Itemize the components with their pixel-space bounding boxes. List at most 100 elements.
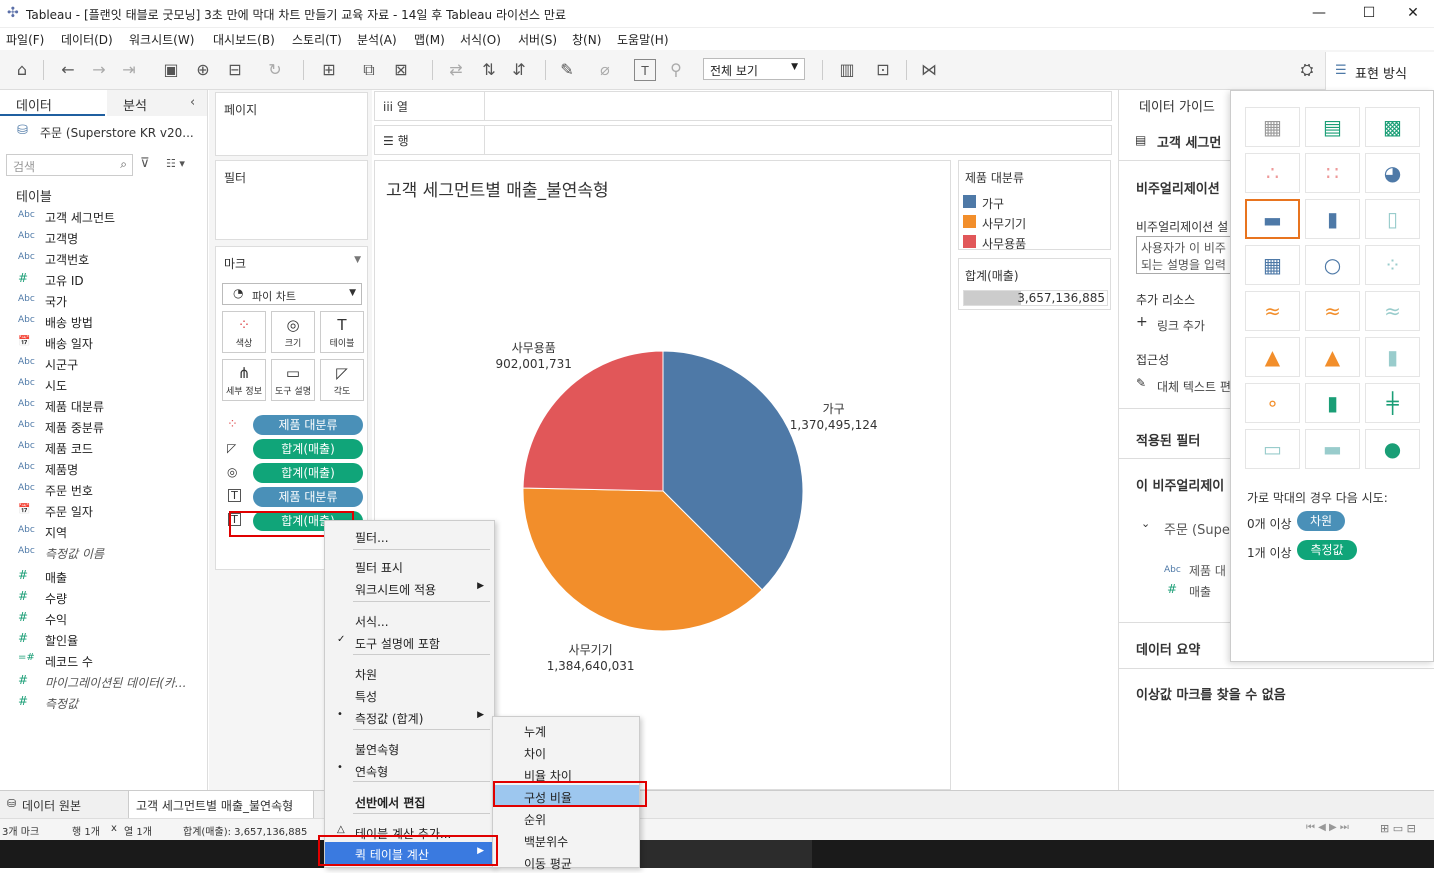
- measure-item[interactable]: # 마이그레이션된 데이터(카...: [0, 672, 205, 692]
- chart-type-thumb[interactable]: ▤: [1305, 107, 1360, 147]
- measure-item[interactable]: # 할인율: [0, 630, 205, 650]
- field-item[interactable]: 📅 주문 일자: [0, 501, 205, 521]
- chart-type-thumb[interactable]: ▬: [1305, 429, 1360, 469]
- chart-type-thumb[interactable]: ≈: [1245, 291, 1300, 331]
- submenu-item[interactable]: 누계: [493, 719, 639, 741]
- tab-data[interactable]: 데이터: [0, 90, 105, 116]
- menu-story[interactable]: 스토리(T): [292, 31, 342, 48]
- sheet-tab[interactable]: 고객 세그먼트별 매출_불연속형: [128, 791, 314, 819]
- menu-window[interactable]: 창(N): [572, 31, 601, 48]
- field-item[interactable]: Abc 제품 중분류: [0, 417, 205, 437]
- context-menu-item[interactable]: 선반에서 편집: [325, 790, 494, 812]
- submenu-item[interactable]: 구성 비율: [493, 785, 639, 807]
- color-legend[interactable]: 제품 대분류 가구 사무기기 사무용품: [958, 160, 1111, 251]
- sort-asc-icon[interactable]: ⇅: [478, 59, 500, 81]
- fix-axes-icon[interactable]: ⚲: [665, 59, 687, 81]
- field-item[interactable]: Abc 고객 세그먼트: [0, 207, 205, 227]
- label-button[interactable]: T 테이블: [320, 311, 364, 353]
- columns-shelf[interactable]: iii 열: [374, 91, 1112, 121]
- pill-color-category[interactable]: 제품 대분류: [253, 415, 363, 435]
- chart-type-thumb[interactable]: ∴: [1245, 153, 1300, 193]
- redo-icon[interactable]: →: [88, 59, 110, 81]
- close-button[interactable]: ✕: [1390, 2, 1434, 24]
- chart-type-thumb[interactable]: ▦: [1245, 245, 1300, 285]
- refresh-icon[interactable]: ↻: [264, 59, 286, 81]
- grid-view-icon[interactable]: ⊞ ▭ ⊟: [1380, 822, 1416, 835]
- context-menu-item[interactable]: • 측정값 (합계) ▶: [325, 706, 494, 728]
- context-menu-item[interactable]: ✓ 도구 설명에 포함: [325, 631, 494, 653]
- home-icon[interactable]: ⌂: [11, 59, 33, 81]
- presentation-icon[interactable]: ⊡: [872, 59, 894, 81]
- context-menu-item[interactable]: 서식...: [325, 609, 494, 631]
- collapse-icon[interactable]: ‹: [190, 95, 195, 110]
- nav-arrows-icon[interactable]: ⏮ ◀ ▶ ⏭: [1306, 822, 1349, 833]
- add-link[interactable]: 링크 추가: [1157, 317, 1205, 334]
- menu-dashboard[interactable]: 대시보드(B): [213, 31, 275, 48]
- detail-button[interactable]: ⋔ 세부 정보: [222, 359, 266, 401]
- measure-item[interactable]: # 측정값: [0, 693, 205, 713]
- chevron-down-icon[interactable]: ▼: [354, 255, 361, 265]
- measure-item[interactable]: # 수량: [0, 588, 205, 608]
- field-item[interactable]: # 고유 ID: [0, 270, 205, 290]
- chart-type-thumb[interactable]: ▲: [1305, 337, 1360, 377]
- field-item[interactable]: Abc 고객번호: [0, 249, 205, 269]
- menu-help[interactable]: 도움말(H): [617, 31, 669, 48]
- maximize-button[interactable]: ☐: [1346, 2, 1392, 24]
- new-datasource-icon[interactable]: ⊕: [192, 59, 214, 81]
- tooltip-button[interactable]: ▭ 도구 설명: [271, 359, 315, 401]
- search-field[interactable]: 검색 ⌕: [6, 154, 133, 176]
- view-select[interactable]: 전체 보기 ▼: [703, 58, 805, 80]
- context-menu-item[interactable]: • 연속형: [325, 759, 494, 781]
- submenu-item[interactable]: 차이: [493, 741, 639, 763]
- measure-item[interactable]: =# 레코드 수: [0, 651, 205, 671]
- menu-server[interactable]: 서버(S): [518, 31, 557, 48]
- submenu-item[interactable]: 이동 평균: [493, 851, 639, 873]
- pie-slice[interactable]: [522, 350, 664, 492]
- field-item[interactable]: Abc 시군구: [0, 354, 205, 374]
- chart-type-thumb[interactable]: ╪: [1365, 383, 1420, 423]
- chart-type-thumb[interactable]: ∘: [1245, 383, 1300, 423]
- save-icon[interactable]: ▣: [160, 59, 182, 81]
- context-menu-item[interactable]: 특성: [325, 684, 494, 706]
- chart-type-thumb[interactable]: ▭: [1245, 429, 1300, 469]
- replay-icon[interactable]: ⇥: [118, 59, 140, 81]
- submenu-item[interactable]: 백분위수: [493, 829, 639, 851]
- field-item[interactable]: Abc 고객명: [0, 228, 205, 248]
- cards-icon[interactable]: ▥: [836, 59, 858, 81]
- group-icon[interactable]: ⌀: [594, 59, 616, 81]
- color-button[interactable]: ⁘ 색상: [222, 311, 266, 353]
- sort-desc-icon[interactable]: ⇵: [508, 59, 530, 81]
- submenu-item[interactable]: 비율 차이: [493, 763, 639, 785]
- menu-data[interactable]: 데이터(D): [61, 31, 113, 48]
- chart-type-thumb[interactable]: ⁘: [1365, 245, 1420, 285]
- menu-worksheet[interactable]: 워크시트(W): [129, 31, 194, 48]
- field-item[interactable]: Abc 제품 코드: [0, 438, 205, 458]
- menu-analysis[interactable]: 분석(A): [357, 31, 397, 48]
- applied-filters[interactable]: 적용된 필터: [1136, 430, 1200, 449]
- minimize-button[interactable]: —: [1296, 2, 1342, 24]
- field-item[interactable]: Abc 측정값 이름: [0, 543, 205, 563]
- labels-icon[interactable]: T: [634, 59, 656, 81]
- chart-type-thumb[interactable]: ≈: [1365, 291, 1420, 331]
- clear-sheet-icon[interactable]: ⊠: [390, 59, 412, 81]
- undo-icon[interactable]: ←: [57, 59, 79, 81]
- pill-label-category[interactable]: 제품 대분류: [253, 487, 363, 507]
- chart-type-thumb[interactable]: ▩: [1365, 107, 1420, 147]
- alt-text[interactable]: 대체 텍스트 편: [1157, 378, 1231, 395]
- highlight-icon[interactable]: ✎: [556, 59, 578, 81]
- measure-item[interactable]: # 수익: [0, 609, 205, 629]
- chart-type-thumb[interactable]: ▮: [1305, 199, 1360, 239]
- context-menu-item[interactable]: 워크시트에 적용 ▶: [325, 577, 494, 599]
- chart-type-thumb[interactable]: ▯: [1365, 199, 1420, 239]
- angle-button[interactable]: ◸ 각도: [320, 359, 364, 401]
- menu-map[interactable]: 맵(M): [414, 31, 445, 48]
- chart-type-thumb[interactable]: ▮: [1365, 337, 1420, 377]
- duplicate-icon[interactable]: ⧉: [358, 59, 380, 81]
- field-item[interactable]: Abc 국가: [0, 291, 205, 311]
- field-item[interactable]: Abc 시도: [0, 375, 205, 395]
- pill-angle-sales[interactable]: 합계(매출): [253, 439, 363, 459]
- share-icon[interactable]: ⋈: [918, 59, 940, 81]
- chart-type-thumb[interactable]: ▲: [1245, 337, 1300, 377]
- paint-icon[interactable]: ⛭: [1296, 59, 1318, 81]
- context-menu-item[interactable]: 필터...: [325, 525, 494, 547]
